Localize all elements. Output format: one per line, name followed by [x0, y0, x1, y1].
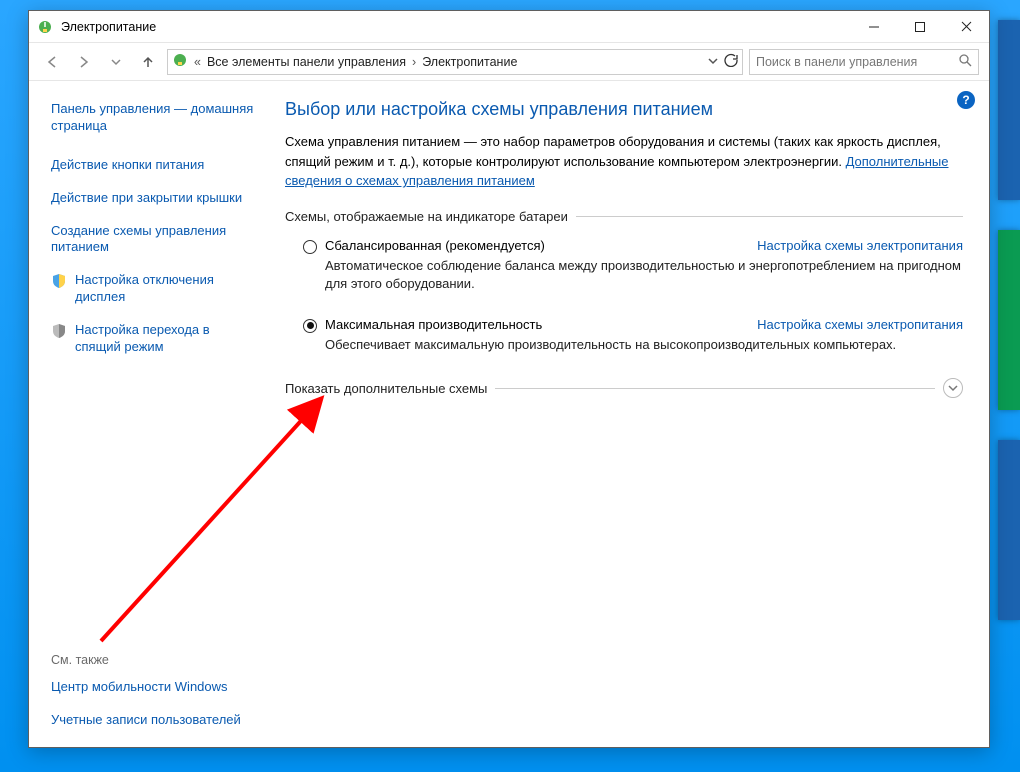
- refresh-button[interactable]: [724, 53, 738, 70]
- intro-text: Схема управления питанием — это набор па…: [285, 132, 963, 191]
- chevron-left-icon: «: [192, 55, 203, 69]
- sidebar-link-lid-close[interactable]: Действие при закрытии крышки: [51, 190, 255, 207]
- nav-up-button[interactable]: [135, 49, 161, 75]
- address-dropdown-button[interactable]: [708, 55, 718, 69]
- shield-icon: [51, 323, 67, 339]
- plan-description: Обеспечивает максимальную производительн…: [325, 336, 963, 354]
- see-also-heading: См. также: [51, 653, 255, 667]
- nav-forward-button[interactable]: [71, 49, 97, 75]
- see-also-user-accounts[interactable]: Учетные записи пользователей: [51, 712, 255, 729]
- see-also-mobility-center[interactable]: Центр мобильности Windows: [51, 679, 255, 696]
- plan-name: Максимальная производительность: [325, 317, 542, 332]
- expander-label: Показать дополнительные схемы: [285, 381, 487, 396]
- plan-description: Автоматическое соблюдение баланса между …: [325, 257, 963, 293]
- chevron-right-icon: ›: [410, 55, 418, 69]
- sidebar-item-label: Настройка перехода в спящий режим: [75, 322, 255, 356]
- page-title: Выбор или настройка схемы управления пит…: [285, 99, 963, 120]
- plan-name: Сбалансированная (рекомендуется): [325, 238, 545, 253]
- plan-settings-link[interactable]: Настройка схемы электропитания: [757, 238, 963, 253]
- address-field[interactable]: « Все элементы панели управления › Элект…: [167, 49, 743, 75]
- app-power-icon: [172, 52, 188, 71]
- control-panel-window: Электропитание « Все элементы панели упр…: [28, 10, 990, 748]
- radio-unchecked-icon[interactable]: [303, 240, 317, 254]
- radio-checked-icon[interactable]: [303, 319, 317, 333]
- maximize-button[interactable]: [897, 11, 943, 43]
- sidebar-item-label: Настройка отключения дисплея: [75, 272, 255, 306]
- help-button[interactable]: ?: [957, 91, 975, 109]
- divider: [576, 216, 963, 217]
- app-power-icon: [37, 19, 53, 35]
- group-label: Схемы, отображаемые на индикаторе батаре…: [285, 209, 568, 224]
- show-additional-plans-expander[interactable]: Показать дополнительные схемы: [285, 378, 963, 398]
- plan-balanced[interactable]: Сбалансированная (рекомендуется) Настрой…: [285, 238, 963, 293]
- window-title: Электропитание: [61, 20, 851, 34]
- group-battery-plans: Схемы, отображаемые на индикаторе батаре…: [285, 209, 963, 224]
- sidebar-link-display-off[interactable]: Настройка отключения дисплея: [51, 272, 255, 306]
- breadcrumb-parent[interactable]: Все элементы панели управления: [207, 55, 406, 69]
- minimize-button[interactable]: [851, 11, 897, 43]
- divider: [495, 388, 935, 389]
- address-toolbar: « Все элементы панели управления › Элект…: [29, 43, 989, 81]
- shield-icon: [51, 273, 67, 289]
- sidebar-home-link[interactable]: Панель управления — домашняя страница: [51, 101, 255, 135]
- search-icon: [958, 53, 972, 70]
- plan-high-performance[interactable]: Максимальная производительность Настройк…: [285, 317, 963, 354]
- sidebar-link-power-button[interactable]: Действие кнопки питания: [51, 157, 255, 174]
- sidebar: Панель управления — домашняя страница Де…: [29, 81, 267, 747]
- main-content: ? Выбор или настройка схемы управления п…: [267, 81, 989, 747]
- sidebar-link-create-plan[interactable]: Создание схемы управления питанием: [51, 223, 255, 257]
- chevron-down-icon: [943, 378, 963, 398]
- intro-paragraph: Схема управления питанием — это набор па…: [285, 134, 941, 169]
- breadcrumb-current[interactable]: Электропитание: [422, 55, 517, 69]
- sidebar-link-sleep[interactable]: Настройка перехода в спящий режим: [51, 322, 255, 356]
- search-placeholder: Поиск в панели управления: [756, 55, 952, 69]
- plan-settings-link[interactable]: Настройка схемы электропитания: [757, 317, 963, 332]
- nav-back-button[interactable]: [39, 49, 65, 75]
- titlebar: Электропитание: [29, 11, 989, 43]
- search-input[interactable]: Поиск в панели управления: [749, 49, 979, 75]
- recent-locations-button[interactable]: [103, 49, 129, 75]
- close-button[interactable]: [943, 11, 989, 43]
